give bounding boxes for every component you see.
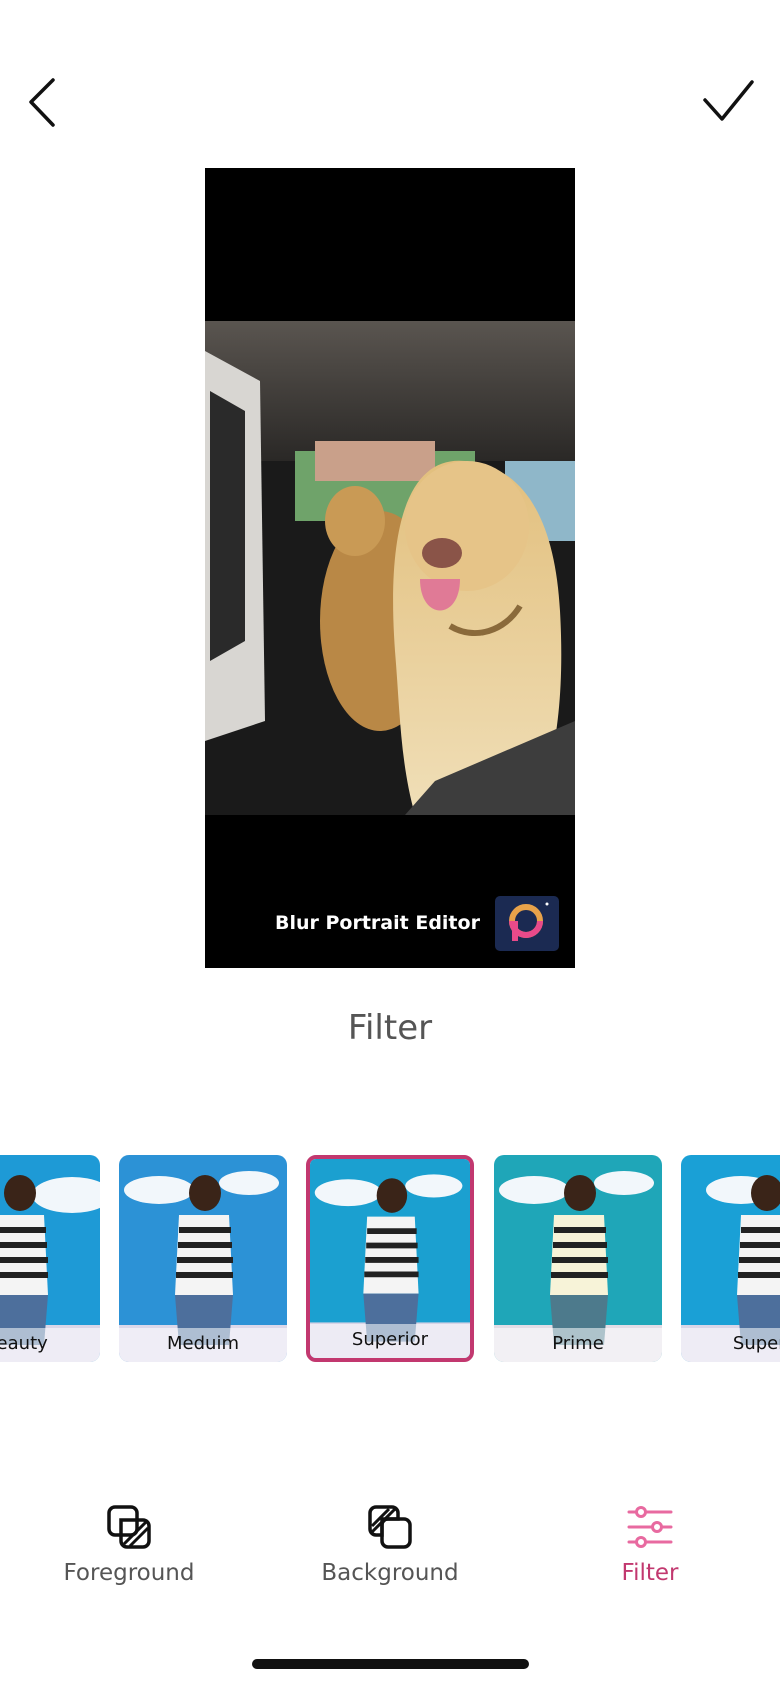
filter-thumb-prime[interactable]: Prime [494, 1155, 662, 1362]
section-title: Filter [347, 1008, 433, 1048]
watermark-text: Blur Portrait Editor [275, 912, 480, 934]
checkmark-icon [703, 80, 754, 121]
top-bar [0, 0, 780, 170]
filter-thumb-superior[interactable]: Superior [306, 1155, 474, 1362]
app-logo-icon [495, 896, 559, 951]
nav-filter[interactable]: Filter [550, 1490, 750, 1600]
nav-label-foreground: Foreground [63, 1560, 195, 1586]
back-button[interactable] [22, 72, 72, 132]
filter-label: Prime [494, 1328, 662, 1362]
nav-foreground[interactable]: Foreground [29, 1490, 229, 1600]
sliders-icon [627, 1506, 673, 1548]
filter-thumb-meduim[interactable]: Meduim [119, 1155, 287, 1362]
filter-label: Superior [310, 1324, 470, 1358]
nav-label-background: Background [321, 1560, 459, 1586]
filter-thumb-beauty[interactable]: Beauty [0, 1155, 100, 1362]
filter-strip[interactable]: Beauty Meduim Superior [0, 1154, 780, 1364]
background-layers-icon [368, 1505, 412, 1549]
dogs-photo [205, 321, 575, 815]
home-indicator [252, 1659, 529, 1669]
image-preview: Blur Portrait Editor [205, 168, 575, 968]
bottom-nav: Foreground Background Filter [0, 1490, 780, 1610]
chevron-left-icon [29, 78, 55, 127]
done-button[interactable] [700, 78, 758, 128]
filter-thumb-superb[interactable]: Superb [681, 1155, 780, 1362]
filter-label: Superb [681, 1328, 780, 1362]
nav-label-filter: Filter [621, 1560, 679, 1586]
filter-label: Beauty [0, 1328, 100, 1362]
nav-background[interactable]: Background [290, 1490, 490, 1600]
foreground-layers-icon [107, 1505, 151, 1549]
filter-label: Meduim [119, 1328, 287, 1362]
